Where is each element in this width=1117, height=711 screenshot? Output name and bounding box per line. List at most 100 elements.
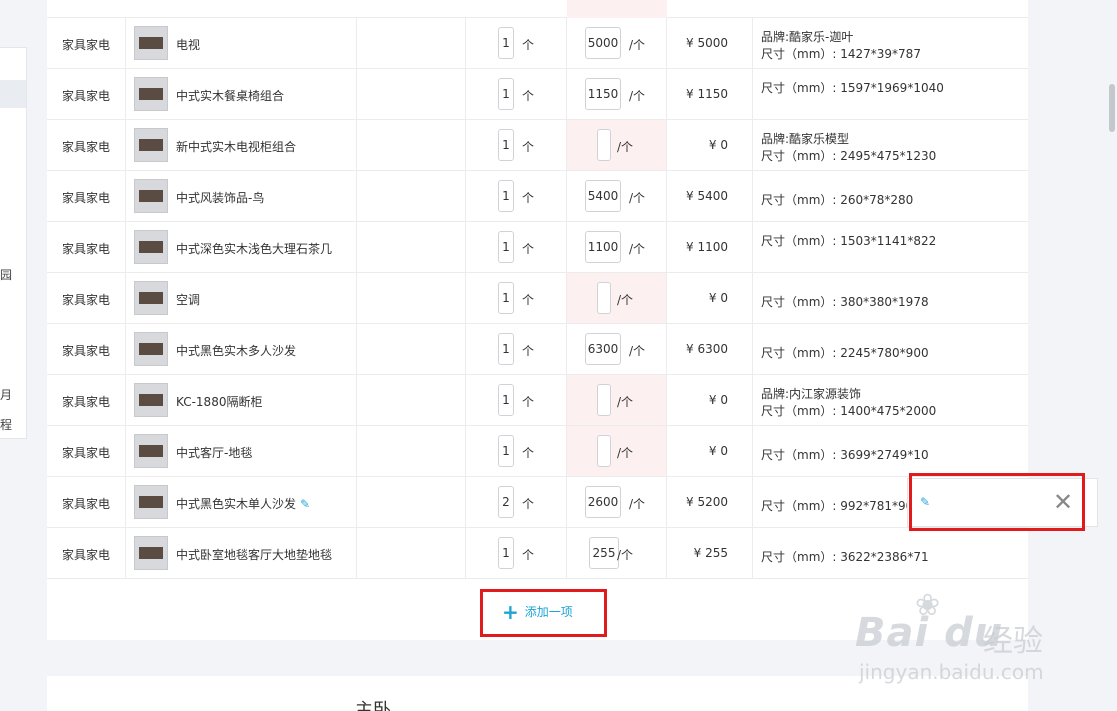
- category-cell: 家具家电: [47, 69, 126, 119]
- product-thumbnail: [134, 485, 168, 519]
- quantity-unit: 个: [522, 446, 535, 460]
- category-label: 家具家电: [62, 446, 111, 460]
- row-total: ¥ 0: [708, 444, 728, 458]
- row-total: ¥ 0: [708, 291, 728, 305]
- brand-text: 品牌:酷家乐模型: [761, 132, 850, 146]
- name-cell: 空调: [126, 273, 357, 323]
- quantity-input[interactable]: 1: [498, 180, 514, 212]
- price-input[interactable]: 1150: [585, 78, 621, 110]
- price-input[interactable]: 6300: [585, 333, 621, 365]
- quantity-unit: 个: [522, 548, 535, 562]
- product-name-text: 中式黑色实木多人沙发: [176, 344, 297, 358]
- price-cell: 1100/个: [567, 222, 667, 272]
- total-cell: ¥ 6300: [667, 324, 753, 374]
- quantity-cell: 1个: [466, 222, 567, 272]
- row-total: ¥ 6300: [686, 342, 728, 356]
- product-name: 中式黑色实木单人沙发 ✎: [176, 495, 310, 512]
- spec-cell: 尺寸（mm）: 2245*780*900: [753, 324, 1028, 374]
- quantity-input[interactable]: 1: [498, 384, 514, 416]
- price-cell: 5000/个: [567, 18, 667, 68]
- row-total: ¥ 5400: [686, 189, 728, 203]
- name-cell: 新中式实木电视柜组合: [126, 120, 357, 170]
- watermark-logo: Bai du: [855, 610, 1004, 656]
- scrollbar-thumb[interactable]: [1109, 84, 1115, 132]
- sidebar-active-item[interactable]: [0, 80, 26, 108]
- name-cell: 中式黑色实木单人沙发 ✎: [126, 477, 357, 527]
- row-total: ¥ 5200: [686, 495, 728, 509]
- spec-cell: 品牌:酷家乐-迦叶 尺寸（mm）: 1427*39*787: [753, 18, 1028, 68]
- price-input[interactable]: 1100: [585, 231, 621, 263]
- quantity-input[interactable]: 1: [498, 435, 514, 467]
- price-input[interactable]: [597, 435, 611, 467]
- pencil-icon[interactable]: ✎: [300, 497, 310, 511]
- quantity-unit: 个: [522, 395, 535, 409]
- price-unit: /个: [629, 191, 646, 205]
- baidu-watermark: ❀ Bai du 经验 jingyan.baidu.com: [855, 588, 1065, 698]
- total-cell: ¥ 0: [667, 375, 753, 425]
- row-total: ¥ 0: [708, 393, 728, 407]
- price-cell: 255/个: [567, 528, 667, 578]
- price-input[interactable]: 255: [589, 537, 619, 569]
- spec-cell: 尺寸（mm）: 3699*2749*10: [753, 426, 1028, 476]
- quantity-input[interactable]: 1: [498, 129, 514, 161]
- table-row: 家具家电 新中式实木电视柜组合 1 个/个 ¥ 0 品牌:酷家乐模型 尺寸（mm）: 249…: [47, 120, 1028, 171]
- category-label: 家具家电: [62, 140, 111, 154]
- price-input[interactable]: 5000: [585, 27, 621, 59]
- blank-cell: [357, 528, 466, 578]
- product-thumbnail: [134, 332, 168, 366]
- price-cell: 5400/个: [567, 171, 667, 221]
- product-name-text: 新中式实木电视柜组合: [176, 140, 297, 154]
- product-name: 中式黑色实木多人沙发: [176, 342, 296, 359]
- blank-cell: [357, 120, 466, 170]
- price-input[interactable]: [597, 384, 611, 416]
- total-cell: ¥ 5000: [667, 18, 753, 68]
- sidebar-fragment[interactable]: 园: [0, 266, 12, 283]
- quantity-input[interactable]: 2: [498, 486, 514, 518]
- quantity-cell: 1个: [466, 324, 567, 374]
- blank-cell: [357, 477, 466, 527]
- name-cell: 中式实木餐桌椅组合: [126, 69, 357, 119]
- sidebar-fragment[interactable]: 程: [0, 416, 12, 433]
- product-name: KC-1880隔断柜: [176, 393, 262, 410]
- product-name: 中式实木餐桌椅组合: [176, 87, 284, 104]
- quantity-cell: 1个: [466, 120, 567, 170]
- category-label: 家具家电: [62, 242, 111, 256]
- price-cell: /个: [567, 375, 667, 425]
- table-row: 家具家电 中式黑色实木多人沙发 1 个 6300/个 ¥ 6300 尺寸（mm）: 2245…: [47, 324, 1028, 375]
- price-input[interactable]: [597, 282, 611, 314]
- quantity-input[interactable]: 1: [498, 333, 514, 365]
- product-name: 电视: [176, 36, 200, 53]
- quantity-input[interactable]: 1: [498, 231, 514, 263]
- product-thumbnail: [134, 383, 168, 417]
- quantity-input[interactable]: 1: [498, 27, 514, 59]
- price-input[interactable]: 5400: [585, 180, 621, 212]
- product-thumbnail: [134, 536, 168, 570]
- price-input[interactable]: 2600: [585, 486, 621, 518]
- category-cell: 家具家电: [47, 222, 126, 272]
- total-cell: ¥ 1100: [667, 222, 753, 272]
- table-row: 家具家电 空调 1 个/个 ¥ 0 尺寸（mm）: 380*380*1978: [47, 273, 1028, 324]
- row-total: ¥ 0: [708, 138, 728, 152]
- category-cell: 家具家电: [47, 18, 126, 68]
- total-cell: ¥ 0: [667, 120, 753, 170]
- product-name-text: 中式黑色实木单人沙发: [176, 497, 297, 511]
- category-label: 家具家电: [62, 89, 111, 103]
- price-input[interactable]: [597, 129, 611, 161]
- sidebar-fragment[interactable]: 月: [0, 386, 12, 403]
- price-unit: /个: [629, 242, 646, 256]
- price-cell: /个: [567, 273, 667, 323]
- previous-row-partial: [47, 0, 1028, 18]
- spec-cell: 尺寸（mm）: 380*380*1978: [753, 273, 1028, 323]
- brand-text: 品牌:酷家乐-迦叶: [761, 30, 854, 44]
- quantity-input[interactable]: 1: [498, 78, 514, 110]
- quantity-input[interactable]: 1: [498, 537, 514, 569]
- size-text: 尺寸（mm）: 2245*780*900: [761, 346, 929, 360]
- price-unit: /个: [629, 344, 646, 358]
- price-cell: /个: [567, 426, 667, 476]
- product-thumbnail: [134, 434, 168, 468]
- quantity-input[interactable]: 1: [498, 282, 514, 314]
- size-text: 尺寸（mm）: 1400*475*2000: [761, 404, 937, 418]
- size-text: 尺寸（mm）: 3699*2749*10: [761, 448, 929, 462]
- table-row: 家具家电 KC-1880隔断柜 1 个/个 ¥ 0 品牌:内江家源装饰 尺寸（mm）: 14…: [47, 375, 1028, 426]
- category-cell: 家具家电: [47, 528, 126, 578]
